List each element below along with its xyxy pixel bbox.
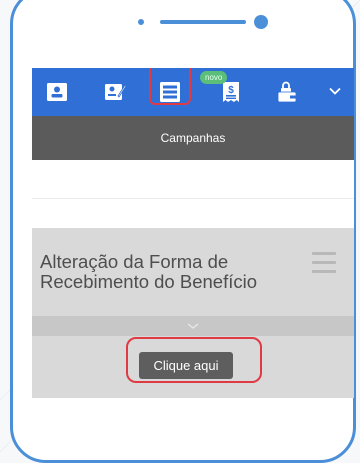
lock-wallet-icon[interactable] [276,81,298,103]
cta-highlight [126,337,262,383]
chevron-down-icon [187,323,199,329]
novo-badge: novo [200,71,228,84]
chevron-down-icon[interactable] [328,83,342,97]
campaigns-icon-highlight [149,68,191,105]
signature-icon[interactable] [104,81,126,103]
sensor-dot [138,19,144,25]
campaign-card-title: Alteração da Forma de Recebimento do Ben… [40,251,257,292]
speaker-grille [160,20,246,24]
svg-text:$: $ [228,85,234,96]
expand-toggle[interactable] [32,316,354,336]
menu-icon[interactable] [312,252,336,279]
page-title: Campanhas [32,116,354,160]
app-toolbar: $ novo [32,68,354,116]
receipt-money-icon[interactable]: $ [220,81,242,103]
front-camera [254,15,268,29]
divider [32,198,354,199]
profile-card-icon[interactable] [46,81,68,103]
